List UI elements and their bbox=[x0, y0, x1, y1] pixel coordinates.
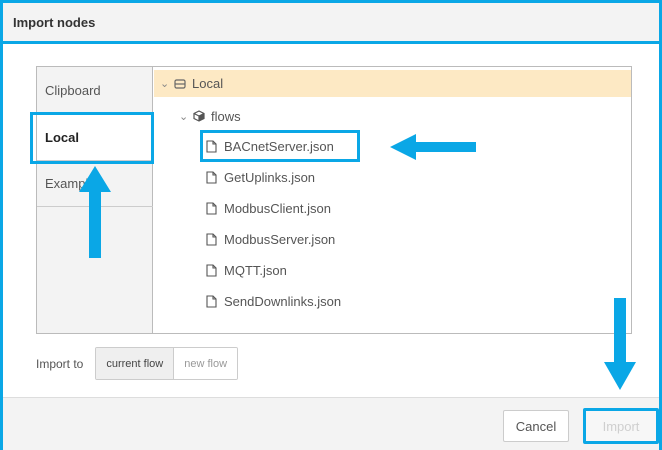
file-item[interactable]: GetUplinks.json bbox=[206, 162, 315, 192]
file-label: GetUplinks.json bbox=[224, 169, 316, 185]
package-icon bbox=[193, 110, 205, 122]
cancel-button[interactable]: Cancel bbox=[503, 410, 569, 442]
new-flow-button[interactable]: new flow bbox=[174, 348, 238, 379]
tree-folder-label: flows bbox=[211, 108, 241, 124]
tab-examples[interactable]: Examples bbox=[37, 161, 153, 207]
tab-examples-label: Examples bbox=[45, 176, 103, 191]
current-flow-button[interactable]: current flow bbox=[96, 348, 175, 379]
import-to-row: Import to current flow new flow bbox=[36, 347, 239, 380]
tab-clipboard[interactable]: Clipboard bbox=[37, 67, 153, 114]
import-to-label: Import to bbox=[36, 356, 84, 371]
tab-local[interactable]: Local bbox=[37, 114, 154, 161]
tree-folder-flows[interactable]: ⌄ flows bbox=[154, 101, 631, 131]
source-tabs: Clipboard Local Examples bbox=[37, 67, 154, 333]
dialog-content: Clipboard Local Examples ⌄ Local ⌄ flows… bbox=[36, 66, 632, 334]
file-label: ModbusClient.json bbox=[224, 200, 331, 216]
file-icon bbox=[206, 170, 217, 184]
file-item[interactable]: ModbusServer.json bbox=[206, 224, 335, 254]
tree-root-label: Local bbox=[192, 76, 224, 91]
dialog-titlebar: Import nodes bbox=[3, 0, 659, 44]
tab-local-label: Local bbox=[45, 129, 79, 145]
tab-clipboard-label: Clipboard bbox=[45, 82, 101, 98]
file-label: SendDownlinks.json bbox=[224, 293, 342, 309]
drive-icon bbox=[174, 78, 186, 89]
file-item[interactable]: BACnetServer.json bbox=[206, 131, 334, 161]
file-label: BACnetServer.json bbox=[224, 138, 334, 154]
import-button[interactable]: Import bbox=[583, 408, 659, 444]
file-item[interactable]: ModbusClient.json bbox=[206, 193, 331, 223]
import-nodes-dialog: Import nodes Clipboard Local Examples ⌄ … bbox=[0, 0, 662, 450]
file-icon bbox=[206, 294, 217, 308]
chevron-down-icon[interactable]: ⌄ bbox=[160, 77, 174, 90]
file-icon bbox=[206, 201, 217, 215]
file-label: MQTT.json bbox=[224, 262, 287, 278]
tree-root-local[interactable]: ⌄ Local bbox=[154, 70, 631, 97]
file-item[interactable]: SendDownlinks.json bbox=[206, 286, 341, 316]
file-icon bbox=[206, 263, 217, 277]
file-label: ModbusServer.json bbox=[224, 231, 336, 247]
file-item[interactable]: MQTT.json bbox=[206, 255, 287, 285]
import-target-toggle: current flow new flow bbox=[95, 347, 239, 380]
chevron-down-icon[interactable]: ⌄ bbox=[179, 110, 193, 123]
library-tree: ⌄ Local ⌄ flows BACnetServer.json GetUpl… bbox=[154, 67, 631, 333]
file-icon bbox=[206, 139, 217, 153]
file-icon bbox=[206, 232, 217, 246]
dialog-title: Import nodes bbox=[13, 14, 96, 30]
